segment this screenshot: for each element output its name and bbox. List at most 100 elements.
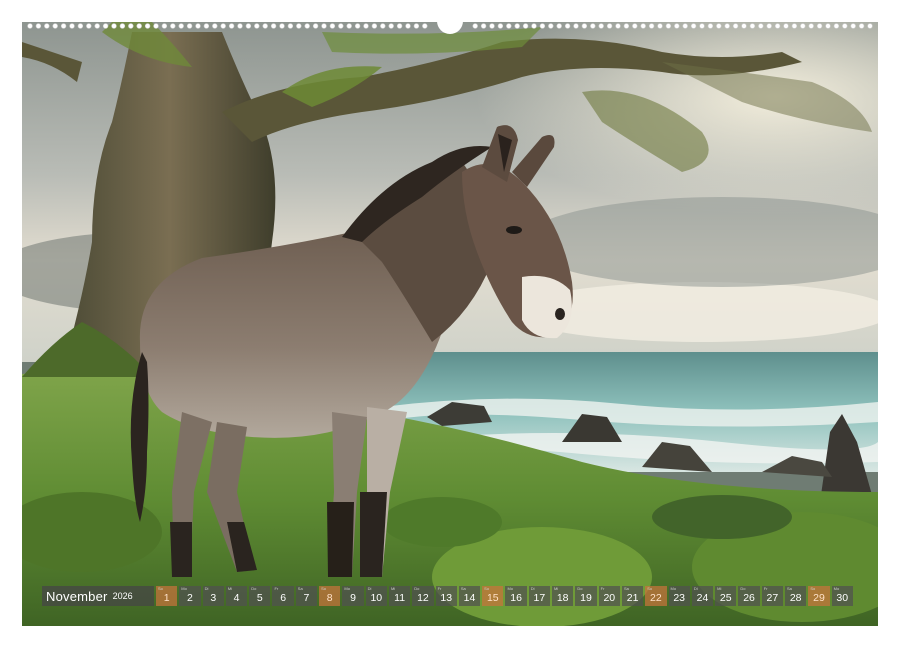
binding-hole <box>783 23 789 29</box>
binding-hole <box>52 23 58 29</box>
day-number: 16 <box>510 592 522 604</box>
binding-hole <box>480 23 487 29</box>
day-number: 22 <box>650 592 662 604</box>
day-cell: Do 12 <box>412 586 434 606</box>
binding-hole <box>674 23 680 29</box>
day-number: 14 <box>463 592 476 604</box>
weekday-label: Mo <box>181 586 187 591</box>
binding-hole <box>497 23 504 29</box>
binding-hole <box>287 23 294 29</box>
day-cell: Mo 23 <box>668 586 690 606</box>
day-cell: Mo 16 <box>505 586 527 606</box>
weekday-label: Di <box>693 586 698 591</box>
binding-hole <box>405 23 411 29</box>
binding-hole <box>665 23 672 29</box>
binding-hole <box>304 23 310 29</box>
day-number: 29 <box>813 592 825 604</box>
binding-hole <box>111 23 117 29</box>
binding-hole <box>766 23 772 29</box>
day-number: 7 <box>303 592 310 604</box>
binding-hole <box>825 23 831 29</box>
day-cell: Sa 7 <box>295 586 318 606</box>
binding-hole <box>338 23 344 29</box>
binding-hole <box>94 23 100 29</box>
binding-hole <box>732 23 739 29</box>
binding-hole <box>640 23 646 29</box>
binding-hole <box>354 23 361 29</box>
binding-hole <box>858 23 865 29</box>
weekday-label: So <box>810 586 816 591</box>
calendar-grid: November 2026 So 1 Mo 2 Di 3 Mi 4 Do 5 Fr 6 Sa 7 So 8 Mo… <box>42 586 857 606</box>
binding-hole <box>800 23 806 29</box>
binding-hole <box>850 23 856 29</box>
binding-hole <box>44 23 50 29</box>
weekday-label: Fr <box>437 586 442 591</box>
day-cell: Sa 21 <box>621 586 644 606</box>
binding-hole <box>228 23 235 29</box>
binding-hole <box>102 23 109 29</box>
day-cells: So 1 Mo 2 Di 3 Mi 4 Do 5 Fr 6 Sa 7 So 8 Mo 9 Di 10 Mi 11 Do 12 F… <box>156 586 853 606</box>
day-cell: So 15 <box>482 586 504 606</box>
binding-hole <box>716 23 722 29</box>
binding-hole <box>573 23 579 29</box>
binding-hole <box>388 23 394 29</box>
weekday-label: Sa <box>297 586 303 591</box>
binding-hole <box>363 23 369 29</box>
weekday-label: Sa <box>623 586 629 591</box>
month-label: November 2026 <box>42 586 154 606</box>
weekday-label: Do <box>577 586 583 591</box>
binding-hole <box>186 23 193 29</box>
day-number: 20 <box>603 592 616 604</box>
binding-hole <box>598 23 604 29</box>
binding-hole <box>506 23 512 29</box>
binding-hole <box>514 23 520 29</box>
day-cell: Sa 28 <box>785 586 807 606</box>
binding-hole <box>178 23 184 29</box>
binding-hole <box>195 23 201 29</box>
donkey-photo <box>22 22 878 626</box>
weekday-label: Di <box>204 586 209 591</box>
day-number: 25 <box>719 592 732 604</box>
weekday-label: Fr <box>600 586 605 591</box>
day-number: 2 <box>187 592 193 604</box>
weekday-label: Mi <box>227 586 233 591</box>
binding-hole <box>648 23 655 29</box>
day-number: 9 <box>350 592 356 604</box>
binding-hole <box>153 23 159 29</box>
month-name: November <box>46 588 108 604</box>
binding-hole <box>564 23 571 29</box>
weekday-label: Mi <box>554 586 559 591</box>
binding-hole <box>396 23 403 29</box>
weekday-label: Do <box>414 586 420 591</box>
day-cell: Sa 14 <box>458 586 481 606</box>
day-cell: So 22 <box>645 586 667 606</box>
day-cell: Mi 25 <box>715 586 737 606</box>
day-number: 4 <box>233 592 240 604</box>
binding-hole <box>699 23 705 29</box>
day-number: 12 <box>417 592 429 604</box>
binding-hole <box>808 23 814 29</box>
day-number: 10 <box>370 592 383 604</box>
day-number: 24 <box>696 592 709 604</box>
day-cell: Di 17 <box>528 586 551 606</box>
binding-hole <box>413 23 420 29</box>
weekday-label: So <box>158 586 163 591</box>
binding-hole <box>522 23 529 29</box>
day-cell: So 29 <box>808 586 830 606</box>
day-cell: Mi 11 <box>388 586 411 606</box>
day-cell: Mo 2 <box>179 586 201 606</box>
weekday-label: Di <box>530 586 535 591</box>
binding-hole <box>69 23 75 29</box>
binding-hole <box>270 23 277 29</box>
day-cell: Fr 20 <box>598 586 620 606</box>
weekday-label: Fr <box>763 586 768 591</box>
binding-hole <box>548 23 554 29</box>
binding-hole <box>606 23 613 29</box>
day-cell: Mi 18 <box>552 586 574 606</box>
day-number: 5 <box>256 592 263 604</box>
binding-hole <box>77 23 84 29</box>
weekday-label: Sa <box>460 586 466 591</box>
binding-hole <box>422 23 428 29</box>
binding-hole <box>60 23 67 29</box>
binding-hole <box>237 23 243 29</box>
